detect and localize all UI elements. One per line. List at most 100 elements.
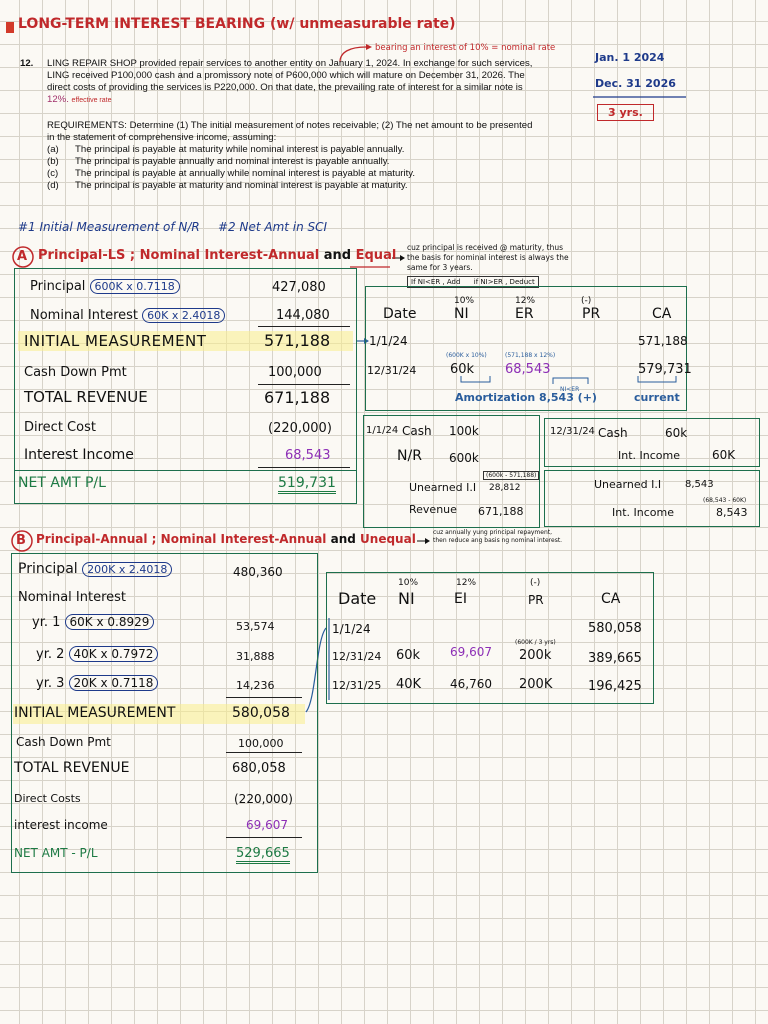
je1-nr-amt: 600k bbox=[449, 451, 479, 465]
part-b-note-2: then reduce ang basis ng nominal interes… bbox=[433, 537, 563, 544]
arrow-icon bbox=[366, 44, 372, 50]
page-title: LONG-TERM INTEREST BEARING (w/ unmeasura… bbox=[18, 16, 456, 32]
b-initial-label: INITIAL MEASUREMENT bbox=[14, 705, 176, 721]
b-amort-header-ca: CA bbox=[601, 591, 621, 607]
a-amort-row1-ca: 571,188 bbox=[638, 334, 688, 348]
a-amort-row2-er: 68,543 bbox=[505, 362, 551, 377]
row-calc: 200K x 2.4018 bbox=[82, 562, 173, 577]
b-amort-header-ei: EI bbox=[454, 591, 467, 607]
je1-cash-amt: 100k bbox=[449, 424, 479, 438]
b-underline-2 bbox=[226, 752, 302, 754]
a-underline-1 bbox=[258, 326, 350, 328]
a-amort-header-er: ER bbox=[515, 306, 534, 322]
row-calc: 60K x 0.8929 bbox=[64, 614, 155, 630]
requirements-line-1: REQUIREMENTS: Determine (1) The initial … bbox=[47, 120, 533, 131]
a-amort-row2-ca: 579,731 bbox=[638, 362, 692, 377]
problem-line-4: 12%. effective rate bbox=[47, 94, 112, 106]
a-er-note: (571,188 x 12%) bbox=[505, 352, 556, 359]
a-underline-3 bbox=[258, 467, 350, 469]
row-label: yr. 3 bbox=[36, 676, 65, 691]
problem-line-1: LING REPAIR SHOP provided repair service… bbox=[47, 58, 533, 69]
a-amort-header-ni: NI bbox=[454, 306, 469, 322]
b-amort-header-ni: NI bbox=[398, 589, 415, 608]
part-b-unequal: Unequal bbox=[360, 532, 416, 546]
a-initial-value: 571,188 bbox=[264, 331, 331, 350]
b-amort-row3-ei: 46,760 bbox=[450, 677, 492, 691]
b-initial-value: 580,058 bbox=[232, 705, 290, 721]
b-interest-income-label: interest income bbox=[14, 818, 108, 832]
je1-revenue-amt: 671,188 bbox=[478, 505, 524, 518]
option-b: (b) The principal is payable annually and… bbox=[47, 156, 389, 167]
part-a-computation-box bbox=[14, 268, 357, 504]
b-amort-row2-ei: 69,607 bbox=[450, 645, 492, 659]
title-main: LONG-TERM INTEREST BEARING bbox=[18, 16, 266, 32]
b-direct-costs-label: Direct Costs bbox=[14, 792, 81, 805]
part-a-note-3: same for 3 years. bbox=[407, 263, 473, 272]
part-a-and: and bbox=[323, 248, 352, 263]
a-amort-rate-ni: 10% bbox=[454, 296, 475, 306]
part-a-equal: Equal bbox=[355, 248, 397, 263]
part-b-and: and bbox=[330, 532, 356, 546]
part-a-title: Principal-LS ; Nominal Interest-Annual a… bbox=[38, 248, 396, 263]
row-label: Nominal Interest bbox=[30, 308, 138, 323]
b-underline-3 bbox=[226, 837, 302, 839]
option-text: The principal is payable annually and no… bbox=[75, 156, 390, 167]
a-total-revenue-value: 671,188 bbox=[264, 388, 331, 407]
b-amort-header-pr: PR bbox=[528, 593, 544, 607]
a-interest-income-value: 68,543 bbox=[285, 448, 331, 463]
je3-int-income-amt: 8,543 bbox=[716, 506, 748, 519]
a-cash-down-value: 100,000 bbox=[268, 365, 322, 380]
je1-unearned-amt: 28,812 bbox=[489, 483, 521, 493]
nominal-rate-annotation: bearing an interest of 10% = nominal rat… bbox=[375, 43, 556, 53]
b-underline-1 bbox=[226, 697, 302, 699]
section-header-1: #1 Initial Measurement of N/R bbox=[18, 220, 200, 234]
je1-cash: Cash bbox=[402, 424, 432, 438]
b-yr3-value: 14,236 bbox=[236, 679, 275, 692]
problem-line-3: direct costs of providing the services i… bbox=[47, 82, 523, 93]
je2-date: 12/31/24 bbox=[550, 426, 595, 437]
problem-number: 12. bbox=[20, 58, 34, 69]
b-total-revenue-label: TOTAL REVENUE bbox=[14, 760, 130, 776]
row-label: yr. 2 bbox=[36, 647, 65, 662]
b-interest-income-value: 69,607 bbox=[246, 818, 288, 832]
je2-int-income: Int. Income bbox=[618, 449, 680, 462]
a-underline-2 bbox=[258, 384, 350, 386]
option-c: (c) The principal is payable at annually … bbox=[47, 168, 415, 179]
requirements-line-2: in the statement of comprehensive income… bbox=[47, 132, 277, 143]
date-end: Dec. 31 2026 bbox=[595, 77, 676, 90]
b-yr1-value: 53,574 bbox=[236, 620, 275, 633]
part-a-note-2: the basis for nominal interest is always… bbox=[407, 253, 569, 262]
a-amort-header-ca: CA bbox=[652, 306, 672, 322]
row-calc: 40K x 0.7972 bbox=[68, 646, 159, 662]
je3-int-income: Int. Income bbox=[612, 506, 674, 519]
option-a: (a) The principal is payable at maturity … bbox=[47, 144, 404, 155]
a-net-amt-label: NET AMT P/L bbox=[18, 475, 106, 491]
row-label: Principal bbox=[30, 279, 86, 294]
a-cash-down-label: Cash Down Pmt bbox=[24, 365, 127, 380]
rule-add: If NI<ER , Add bbox=[411, 278, 461, 286]
part-a-note-1: cuz principal is received @ maturity, th… bbox=[407, 243, 563, 252]
b-amort-row3-ca: 196,425 bbox=[588, 679, 642, 694]
option-d: (d) The principal is payable at maturity … bbox=[47, 180, 408, 191]
je3-unearned: Unearned I.I bbox=[594, 478, 662, 491]
title-sub: (w/ unmeasurable rate) bbox=[270, 16, 456, 32]
b-cash-down-value: 100,000 bbox=[238, 737, 284, 750]
title-bullet-icon bbox=[6, 22, 14, 33]
option-text: The principal is payable at maturity whi… bbox=[75, 144, 405, 155]
a-principal-row: Principal 600K x 0.7118 bbox=[30, 279, 180, 294]
part-b-note-1: cuz annually yung principal repayment, bbox=[433, 529, 553, 536]
a-amort-header-pr: PR bbox=[582, 306, 601, 322]
row-label: yr. 1 bbox=[32, 615, 61, 630]
a-net-amt-value: 519,731 bbox=[278, 475, 336, 494]
b-amort-row3-date: 12/31/25 bbox=[332, 679, 382, 692]
part-b-title-text: Principal-Annual ; Nominal Interest-Annu… bbox=[36, 532, 327, 546]
b-principal-row: Principal 200K x 2.4018 bbox=[18, 561, 173, 577]
a-direct-cost-value: (220,000) bbox=[268, 421, 332, 436]
part-b-letter: B bbox=[16, 533, 26, 548]
b-amort-row2-pr: 200k bbox=[519, 648, 552, 663]
b-yr3-row: yr. 3 20K x 0.7118 bbox=[36, 675, 159, 691]
a-initial-label: INITIAL MEASUREMENT bbox=[24, 332, 207, 350]
b-amort-row1-date: 1/1/24 bbox=[332, 622, 371, 636]
b-amort-rate-pr: (-) bbox=[530, 578, 541, 588]
je2-int-income-amt: 60K bbox=[712, 448, 736, 462]
